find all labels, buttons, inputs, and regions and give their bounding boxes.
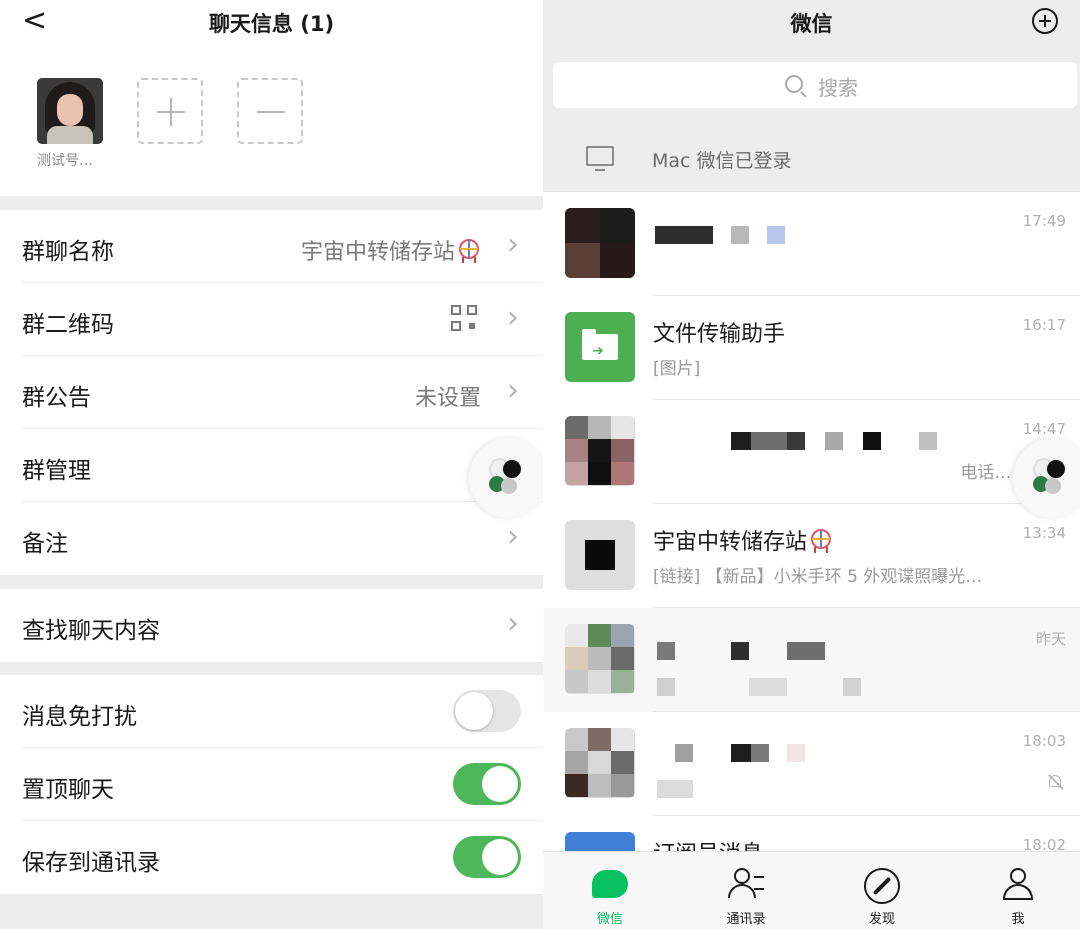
chat-time: 昨天	[1035, 630, 1066, 648]
group-name-value: 宇宙中转储存站	[301, 234, 481, 266]
tab-me[interactable]: 我	[978, 852, 1058, 929]
avatar	[565, 416, 635, 486]
plus-circle-icon[interactable]	[1032, 8, 1058, 34]
chat-item[interactable]: 电话… 14:47	[543, 400, 1080, 504]
chat-item[interactable]: 17:49	[543, 192, 1080, 296]
search-section: 查找聊天内容 ›	[0, 589, 543, 662]
mute-label: 消息免打扰	[22, 704, 137, 730]
mac-login-banner[interactable]: Mac 微信已登录	[543, 124, 1080, 192]
group-settings-section: 群聊名称 宇宙中转储存站 › 群二维码 › 群公告 未设置 › 群管理 备注 ›	[0, 210, 543, 575]
redacted-name	[657, 642, 675, 660]
page-title: 微信	[790, 12, 833, 36]
chat-name: 文件传输助手	[653, 322, 786, 347]
folder-transfer-icon: ➔	[565, 312, 635, 382]
muted-bell-icon	[1048, 774, 1064, 790]
contacts-icon	[728, 868, 764, 904]
avatar	[565, 624, 635, 694]
avatar	[565, 728, 635, 798]
chevron-right-icon: ›	[507, 300, 519, 335]
mute-toggle[interactable]	[453, 690, 521, 732]
group-remark-label: 备注	[22, 531, 68, 557]
chat-item[interactable]: ➔ 文件传输助手 [图片] 16:17	[543, 296, 1080, 400]
ferris-wheel-emoji-icon	[809, 529, 833, 553]
remove-member-button[interactable]	[237, 78, 303, 144]
search-placeholder: 搜索	[818, 76, 858, 100]
chat-item[interactable]: 18:03	[543, 712, 1080, 816]
bottom-tab-bar: 微信 通讯录 发现 我	[543, 851, 1080, 929]
save-contacts-toggle[interactable]	[453, 836, 521, 878]
chat-time: 16:17	[1022, 316, 1066, 334]
chevron-right-icon: ›	[507, 373, 519, 408]
search-chat-row[interactable]: 查找聊天内容 ›	[0, 589, 543, 662]
tab-chats-label: 微信	[596, 912, 623, 927]
member-avatar[interactable]	[37, 78, 103, 144]
save-contacts-label: 保存到通讯录	[22, 850, 160, 876]
chat-item[interactable]: 宇宙中转储存站 [链接] 【新品】小米手环 5 外观谍照曝光… 13:34	[543, 504, 1080, 608]
compass-icon	[864, 868, 900, 904]
chat-info-header: < 聊天信息 (1)	[0, 0, 543, 60]
group-manage-row[interactable]: 群管理	[0, 429, 543, 502]
ferris-wheel-emoji-icon	[457, 239, 481, 263]
tab-contacts-label: 通讯录	[726, 912, 766, 927]
toggle-section: 消息免打扰 置顶聊天 保存到通讯录	[0, 675, 543, 894]
chat-preview: [图片]	[653, 359, 701, 379]
pin-toggle[interactable]	[453, 763, 521, 805]
save-contacts-row: 保存到通讯录	[0, 821, 543, 894]
floating-ball-icon[interactable]	[469, 438, 543, 518]
group-notice-label: 群公告	[22, 385, 91, 411]
search-icon	[785, 75, 803, 93]
chevron-right-icon: ›	[507, 227, 519, 262]
chat-name: 宇宙中转储存站	[653, 524, 833, 556]
chat-preview: [链接] 【新品】小米手环 5 外观谍照曝光…	[653, 567, 983, 587]
chat-time: 17:49	[1022, 212, 1066, 230]
search-chat-label: 查找聊天内容	[22, 618, 160, 644]
group-name-label: 群聊名称	[22, 239, 114, 265]
redacted-name	[675, 744, 693, 762]
group-name-row[interactable]: 群聊名称 宇宙中转储存站 ›	[0, 210, 543, 283]
chat-list-panel: 微信 搜索 Mac 微信已登录 17:49 ➔ 文件传输助手 [图片] 16:1…	[543, 0, 1080, 929]
pin-label: 置顶聊天	[22, 777, 114, 803]
redacted-name	[731, 432, 751, 450]
group-remark-row[interactable]: 备注 ›	[0, 502, 543, 575]
chat-item[interactable]: 昨天	[543, 608, 1080, 712]
avatar	[565, 208, 635, 278]
member-grid: 测试号…	[0, 60, 543, 196]
tab-discover-label: 发现	[868, 912, 895, 927]
chat-bubble-icon	[592, 870, 628, 898]
mute-row: 消息免打扰	[0, 675, 543, 748]
tab-chats[interactable]: 微信	[570, 852, 650, 929]
chevron-right-icon: ›	[507, 606, 519, 641]
chat-time: 13:34	[1022, 524, 1066, 542]
chat-time: 14:47	[1022, 420, 1066, 438]
minus-icon	[257, 111, 285, 113]
page-title: 聊天信息 (1)	[208, 12, 335, 36]
person-icon	[1000, 868, 1036, 904]
group-qr-row[interactable]: 群二维码 ›	[0, 283, 543, 356]
group-qr-label: 群二维码	[22, 312, 114, 338]
chat-preview: 电话…	[938, 463, 1012, 483]
qr-code-icon	[451, 305, 479, 333]
redacted-name	[655, 226, 713, 244]
pin-row: 置顶聊天	[0, 748, 543, 821]
chevron-right-icon: ›	[507, 519, 519, 554]
wechat-header: 微信 搜索	[543, 0, 1080, 124]
monitor-icon	[586, 146, 614, 171]
member-name: 测试号…	[37, 153, 93, 169]
group-notice-row[interactable]: 群公告 未设置 ›	[0, 356, 543, 429]
add-member-button[interactable]	[137, 78, 203, 144]
chat-time: 18:03	[1022, 732, 1066, 750]
avatar	[565, 520, 635, 590]
tab-discover[interactable]: 发现	[842, 852, 922, 929]
chat-info-panel: < 聊天信息 (1) 测试号… 群聊名称 宇宙中转储存站 › 群二维码 › 群公…	[0, 0, 543, 929]
chat-list: 17:49 ➔ 文件传输助手 [图片] 16:17 电话… 14:47 宇宙中转…	[543, 192, 1080, 920]
tab-contacts[interactable]: 通讯录	[706, 852, 786, 929]
tab-me-label: 我	[1011, 912, 1025, 927]
group-manage-label: 群管理	[22, 458, 91, 484]
group-notice-value: 未设置	[414, 386, 481, 411]
mac-login-text: Mac 微信已登录	[652, 150, 792, 172]
search-input[interactable]: 搜索	[553, 62, 1077, 108]
